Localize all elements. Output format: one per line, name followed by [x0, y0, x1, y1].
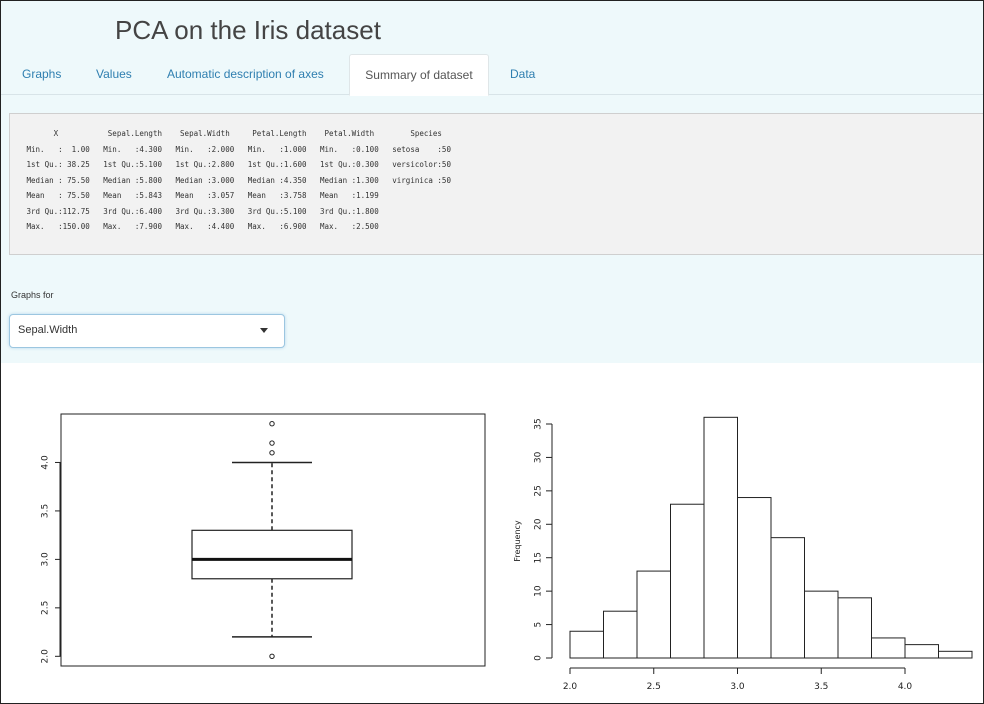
histogram-bar: [703, 416, 738, 659]
boxplot-ytick-label: 3.0: [41, 552, 51, 567]
boxplot-outlier: [269, 450, 275, 456]
histogram-bar: [871, 637, 906, 659]
app-frame: PCA on the Iris dataset Graphs Values Au…: [0, 0, 984, 704]
histogram-bar: [670, 503, 705, 659]
histogram-xtick-label: 4.0: [898, 682, 913, 692]
histogram-xtick-label: 3.5: [814, 682, 828, 692]
histogram-xtick-label: 2.5: [647, 682, 661, 692]
histogram-bar: [904, 644, 939, 659]
histogram-ytick-label: 5: [534, 622, 544, 628]
boxplot-ytick-label: 4.0: [41, 455, 51, 470]
histogram-ytick-label: 25: [534, 485, 544, 496]
histogram-ytick-label: 15: [534, 552, 544, 563]
histogram-bar: [569, 630, 604, 659]
histogram-ytick-label: 10: [534, 585, 544, 597]
histogram-bar: [837, 597, 872, 659]
histogram-xtick-label: 2.0: [563, 682, 578, 692]
boxplot-box: [191, 529, 353, 580]
histogram-bar: [804, 590, 839, 659]
boxplot-outlier: [269, 653, 275, 660]
boxplot-outlier: [269, 420, 275, 427]
boxplot-ytick-label: 3.5: [41, 504, 51, 518]
histogram-bar: [770, 537, 805, 659]
histogram-ytick-label: 20: [534, 518, 544, 530]
plots-area: 2.0 2.5 3.0 3.5 4.0 2.0 2.5 3.0 3.5 4.0 0 5 10 15 20 25…: [41, 413, 973, 692]
histogram-bar: [603, 610, 638, 659]
histogram-bar: [737, 497, 772, 659]
histogram-ylabel: Frequency: [513, 520, 522, 562]
histogram-ytick-label: 30: [534, 451, 544, 463]
histogram-xtick-label: 3.0: [730, 682, 745, 692]
histogram-ytick-label: 0: [534, 655, 544, 661]
histogram-bar: [636, 570, 671, 659]
histogram-ytick-label: 35: [534, 418, 544, 429]
boxplot-ytick-label: 2.5: [41, 601, 51, 615]
boxplot-outlier: [269, 440, 275, 446]
boxplot-ytick-label: 2.0: [41, 649, 51, 664]
histogram-bar: [938, 650, 973, 659]
